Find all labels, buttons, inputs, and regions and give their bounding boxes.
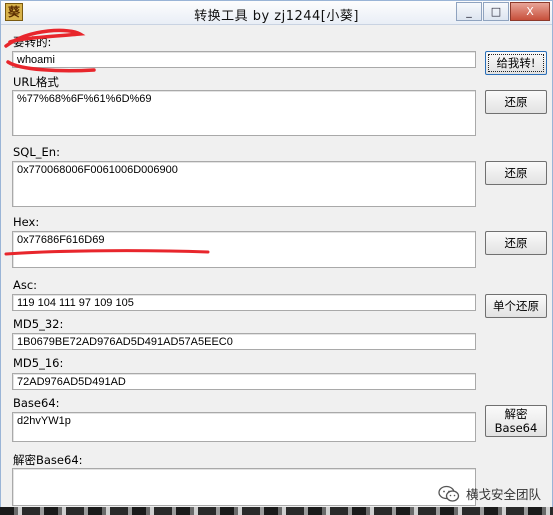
decode-base64-button-line2: Base64 <box>494 421 538 435</box>
watermark-text: 横戈安全团队 <box>465 487 541 502</box>
bottom-strip <box>0 507 553 515</box>
url-label: URL格式 <box>13 75 59 89</box>
minimize-button[interactable]: _ <box>456 2 482 21</box>
asc-restore-button[interactable]: 单个还原 <box>485 294 547 318</box>
sql-restore-button[interactable]: 还原 <box>485 161 547 185</box>
decode-base64-label: 解密Base64: <box>13 453 83 467</box>
base64-output[interactable]: d2hvYW1p <box>12 412 476 442</box>
sql-output[interactable]: 0x770068006F0061006D006900 <box>12 161 476 207</box>
url-restore-button[interactable]: 还原 <box>485 90 547 114</box>
wechat-icon <box>438 485 460 502</box>
md5-16-output[interactable]: 72AD976AD5D491AD <box>12 373 476 390</box>
input-label: 要转的: <box>13 35 52 49</box>
base64-label: Base64: <box>13 396 60 410</box>
input-field[interactable]: whoami <box>12 51 476 68</box>
decode-base64-button[interactable]: 解密 Base64 <box>485 405 547 437</box>
hex-restore-button[interactable]: 还原 <box>485 231 547 255</box>
close-button[interactable]: X <box>510 2 550 21</box>
maximize-button[interactable]: □ <box>483 2 509 21</box>
md5-16-label: MD5_16: <box>13 356 64 370</box>
asc-output[interactable]: 119 104 111 97 109 105 <box>12 294 476 311</box>
watermark: 横戈安全团队 <box>438 484 541 503</box>
window-controls: _ □ X <box>455 2 550 21</box>
asc-label: Asc: <box>13 278 38 292</box>
decode-base64-button-line1: 解密 <box>504 407 528 421</box>
sql-label: SQL_En: <box>13 145 60 159</box>
url-output[interactable]: %77%68%6F%61%6D%69 <box>12 90 476 136</box>
md5-32-label: MD5_32: <box>13 317 64 331</box>
md5-32-output[interactable]: 1B0679BE72AD976AD5D491AD57A5EEC0 <box>12 333 476 350</box>
hex-label: Hex: <box>13 215 40 229</box>
hex-output[interactable]: 0x77686F616D69 <box>12 231 476 268</box>
converter-window: 葵 转换工具 by zj1244[小葵] _ □ X 要转的: whoami 给… <box>0 0 553 515</box>
decode-base64-output[interactable] <box>12 468 476 506</box>
convert-button[interactable]: 给我转! <box>485 51 547 75</box>
title-bar[interactable]: 葵 转换工具 by zj1244[小葵] _ □ X <box>1 1 552 25</box>
